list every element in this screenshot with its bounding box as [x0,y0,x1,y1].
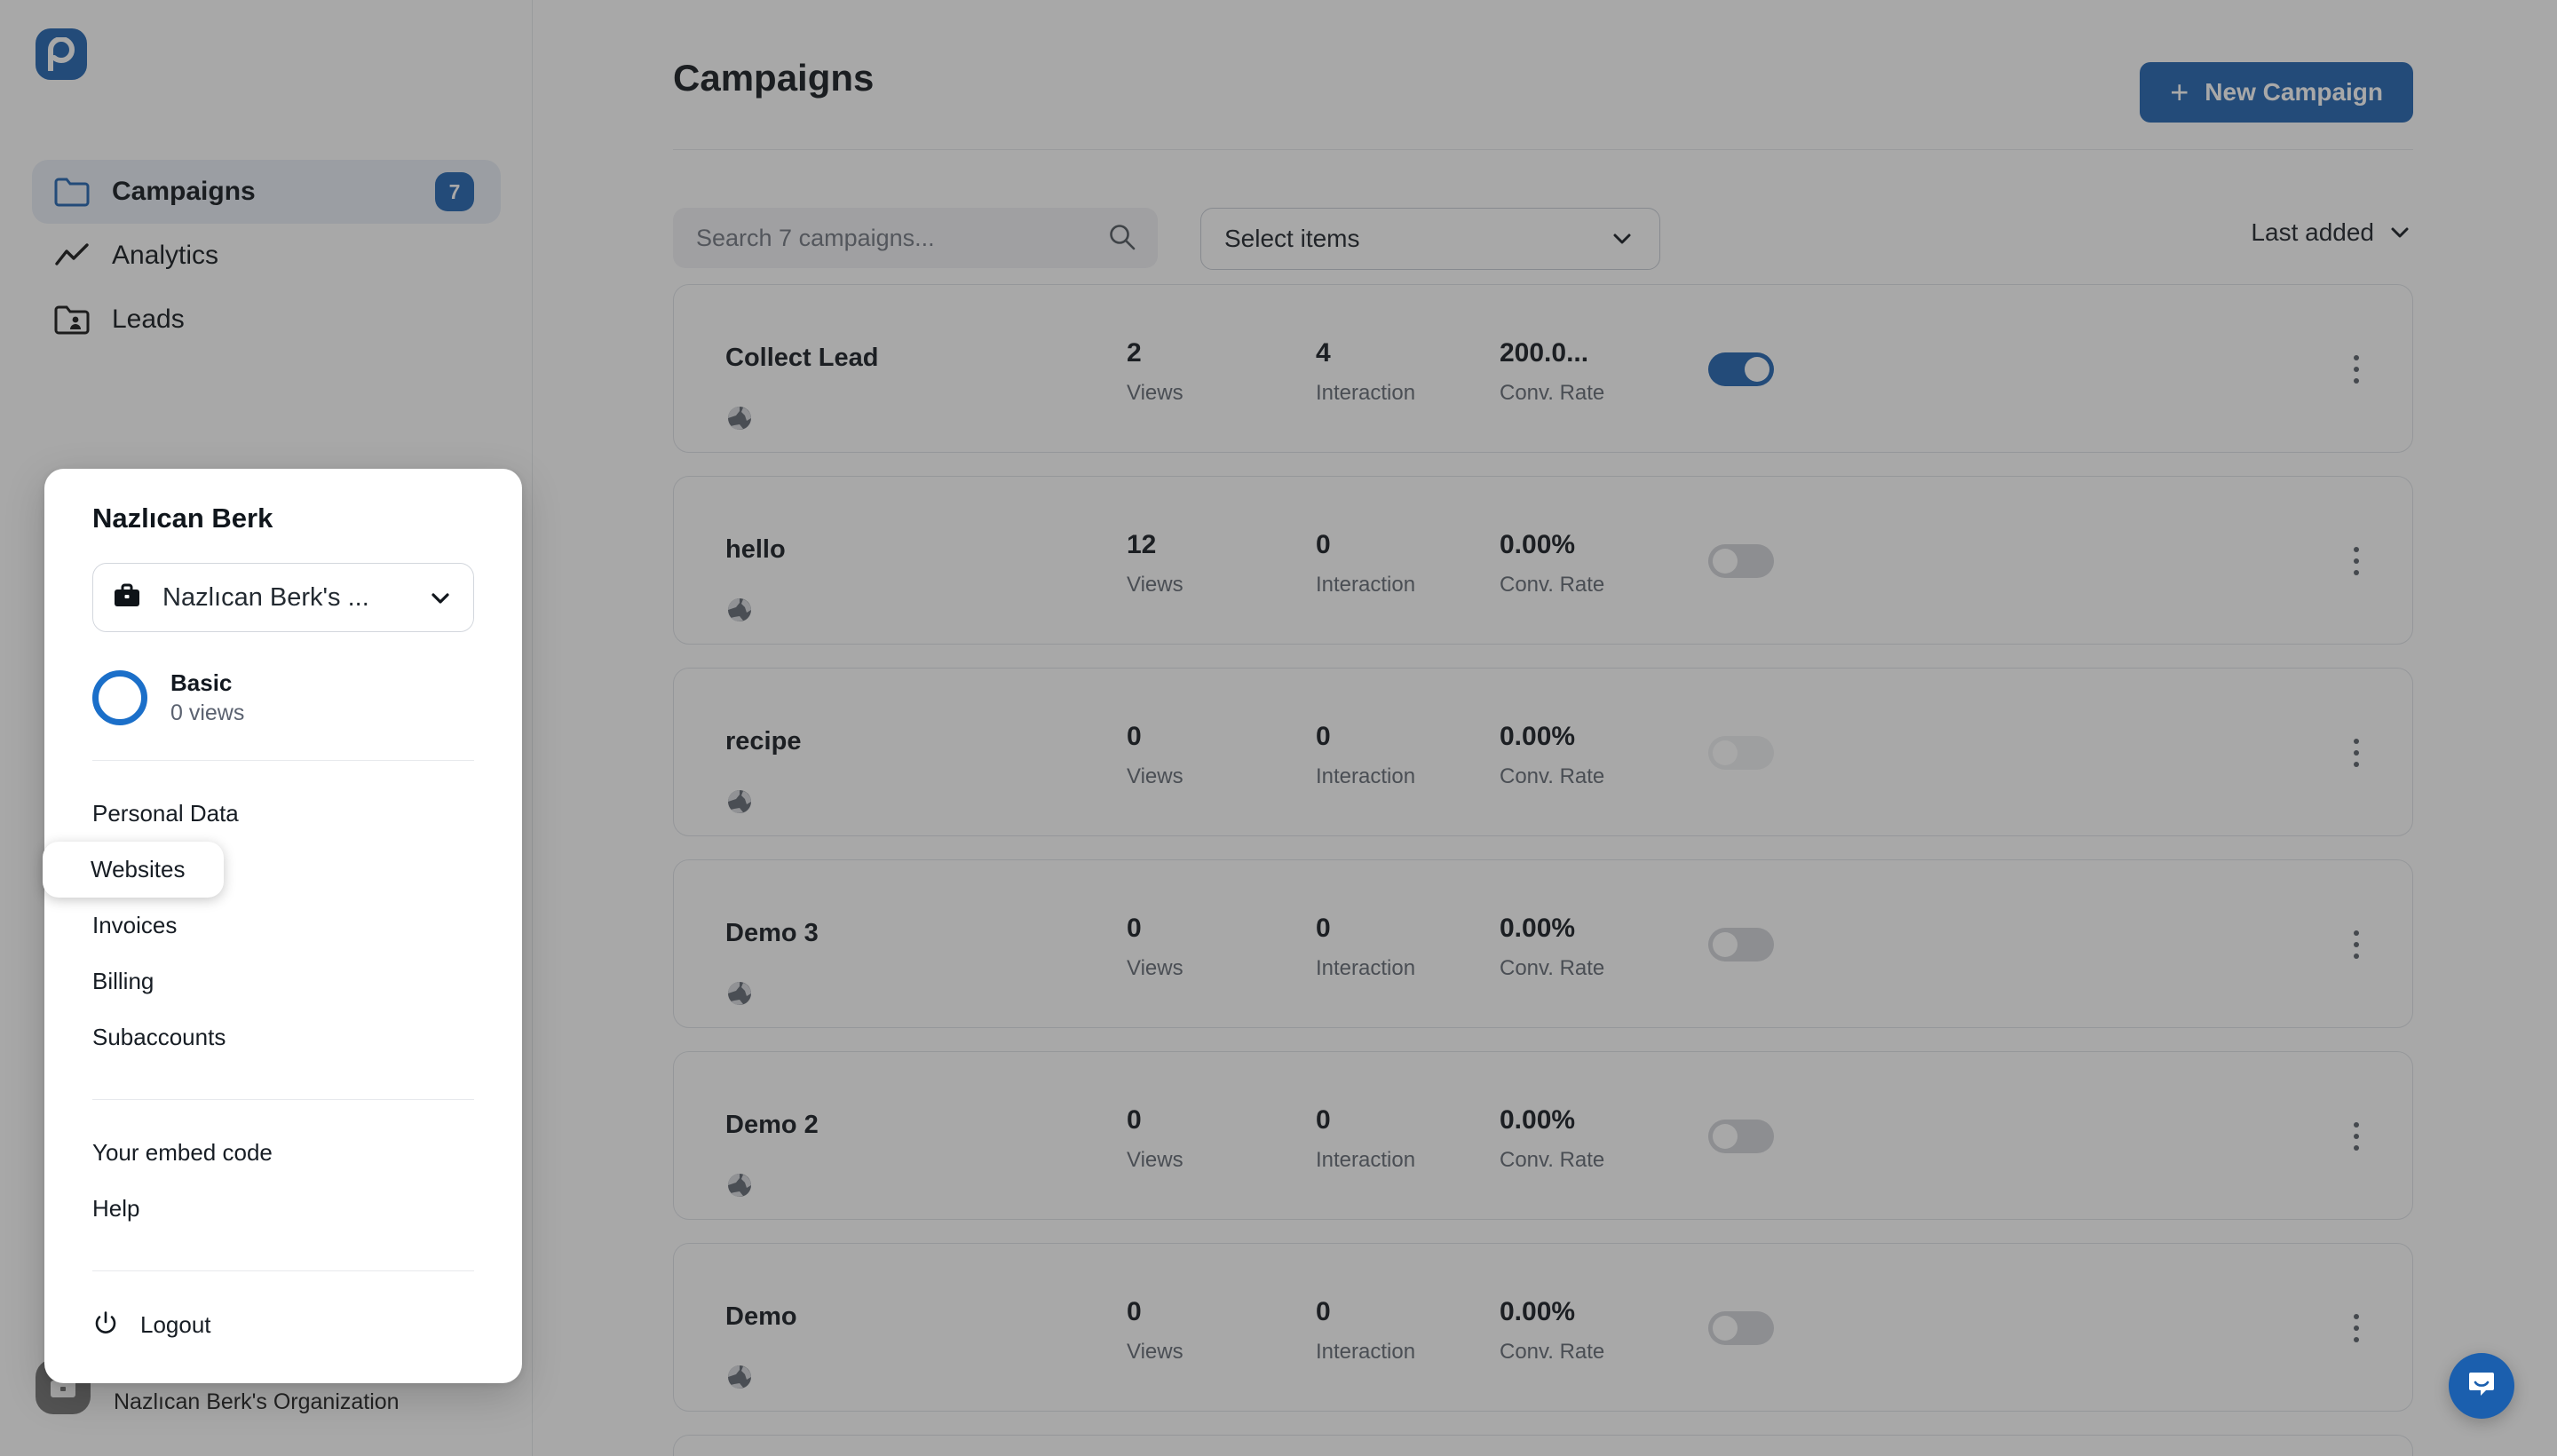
popup-menu-item-subaccounts[interactable]: Subaccounts [44,1009,522,1065]
organization-selector[interactable]: Nazlıcan Berk's ... [92,563,474,632]
organization-value: Nazlıcan Berk's ... [162,582,369,612]
usage-ring-icon [92,670,147,725]
logout-button[interactable]: Logout [44,1296,522,1353]
power-icon [92,1310,121,1339]
logout-label: Logout [140,1310,211,1338]
chat-launcher-button[interactable] [2449,1353,2514,1419]
plan-name: Basic [170,669,233,696]
popup-menu-item-invoices[interactable]: Invoices [44,898,522,954]
account-menu-popup: Nazlıcan Berk Nazlıcan Berk's ... Basic … [43,469,522,1383]
plan-text: Basic 0 views [170,669,244,726]
popup-menu-group-logout: Logout [44,1271,522,1353]
popup-menu-group-one: Personal Data Websites Invoices Billing Suba… [43,761,522,1065]
popup-menu-item-help[interactable]: Help [44,1181,522,1237]
chevron-down-icon [427,584,454,611]
chat-bubble-icon [2465,1367,2498,1405]
briefcase-icon [113,582,143,613]
popup-menu-item-personal-data[interactable]: Personal Data [44,786,522,842]
popup-menu-item-websites[interactable]: Websites [43,842,224,898]
plan-usage-row: Basic 0 views [92,669,474,726]
app-root: Campaigns 7 Analytics Leads Nazlıcan Ber… [0,0,2557,1456]
popup-user-name: Nazlıcan Berk [92,502,273,534]
popup-menu-item-your-embed-code[interactable]: Your embed code [44,1125,522,1181]
popup-menu-group-two: Your embed code Help [44,1100,522,1237]
plan-usage: 0 views [170,700,245,725]
popup-menu-item-billing[interactable]: Billing [44,954,522,1009]
